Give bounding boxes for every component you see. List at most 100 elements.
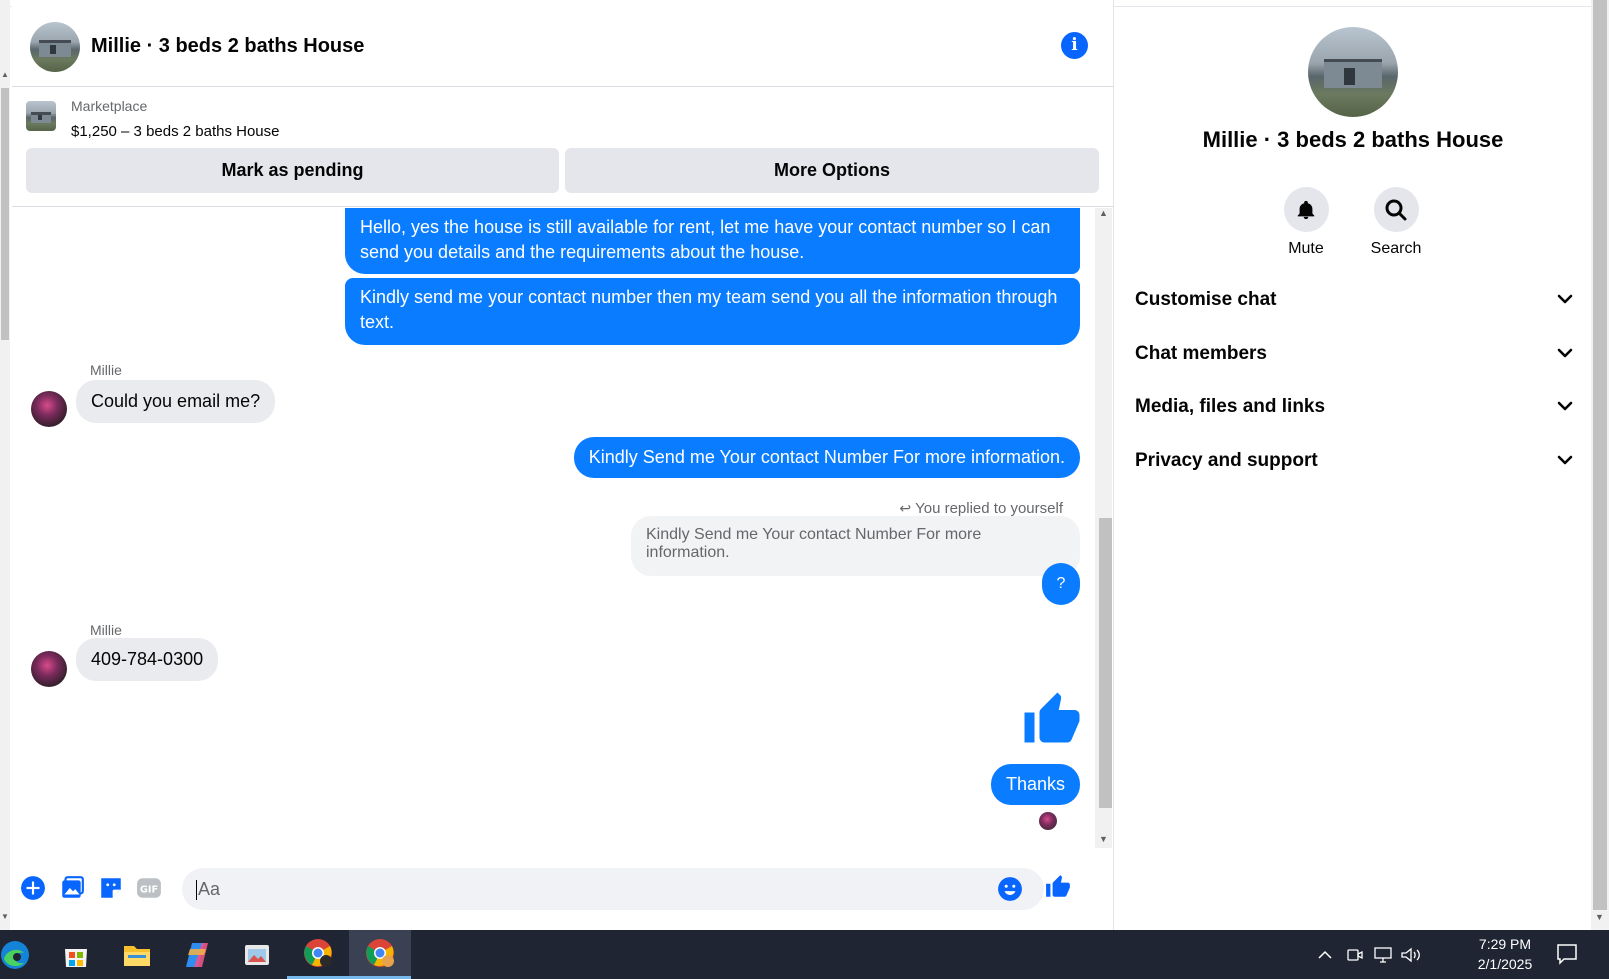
scrollbar-thumb[interactable] (1, 88, 9, 340)
sticker-icon[interactable] (98, 875, 124, 901)
message-scrollbar[interactable]: ▲ ▼ (1095, 208, 1112, 848)
scroll-up-arrow-icon[interactable]: ▲ (1099, 208, 1108, 218)
chevron-down-icon[interactable] (1555, 280, 1575, 320)
section-label: Customise chat (1135, 289, 1277, 310)
windows-store-icon[interactable] (45, 930, 107, 979)
scroll-up-arrow-icon[interactable]: ▲ (1, 70, 9, 79)
like-icon[interactable] (1045, 874, 1071, 900)
chat-members-section[interactable]: Chat members (1135, 334, 1575, 374)
bell-icon (1297, 200, 1315, 219)
section-label: Media, files and links (1135, 396, 1326, 417)
more-options-button[interactable]: More Options (565, 148, 1099, 193)
mute-label: Mute (1288, 240, 1324, 257)
chat-header: Millie · 3 beds 2 baths House i (12, 7, 1114, 87)
chevron-down-icon[interactable] (1555, 334, 1575, 374)
outgoing-message[interactable]: ? (1042, 563, 1080, 605)
chevron-down-icon[interactable] (1555, 441, 1575, 481)
thumbs-up-icon[interactable] (1022, 690, 1082, 750)
emoji-icon[interactable] (997, 876, 1023, 902)
edge-logo (1, 940, 29, 969)
outgoing-message[interactable]: Thanks (990, 764, 1080, 805)
incoming-message[interactable]: Could you email me? (76, 380, 276, 423)
scrollbar-thumb[interactable] (1099, 518, 1112, 808)
clock-date: 2/1/2025 (1477, 956, 1533, 972)
chrome-logo (366, 939, 394, 967)
outgoing-message[interactable]: Hello, yes the house is still available … (345, 208, 1080, 274)
plus-circle-icon[interactable] (20, 875, 46, 901)
chevron-down-icon[interactable] (1555, 387, 1575, 427)
message-input[interactable]: Aa (182, 868, 1044, 910)
scroll-down-arrow-icon[interactable]: ▼ (1595, 912, 1604, 922)
left-scrollbar[interactable]: ▲ ▼ (0, 0, 10, 930)
svg-text:GIF: GIF (140, 884, 158, 895)
marketplace-bar: Marketplace $1,250 – 3 beds 2 baths Hous… (12, 87, 1114, 207)
outgoing-message[interactable]: Kindly send me your contact number then … (345, 278, 1080, 345)
section-label: Privacy and support (1135, 450, 1318, 471)
copilot-icon[interactable] (166, 930, 228, 979)
notification-center-icon[interactable] (1555, 942, 1579, 966)
message-list[interactable]: Hello, yes the house is still available … (12, 208, 1114, 848)
section-label: Chat members (1135, 343, 1267, 364)
incoming-message[interactable]: 409-784-0300 (76, 638, 219, 681)
speaker-icon (1401, 947, 1420, 962)
text-caret (196, 880, 197, 901)
scroll-down-arrow-icon[interactable]: ▼ (1, 912, 9, 921)
media-files-links-section[interactable]: Media, files and links (1135, 387, 1575, 427)
marketplace-label: Marketplace (71, 98, 148, 114)
chat-title[interactable]: Millie · 3 beds 2 baths House (91, 35, 364, 58)
composer: GIF Aa (12, 860, 1114, 920)
copilot-logo (186, 942, 208, 967)
outgoing-message[interactable]: Kindly Send me Your contact Number For m… (573, 437, 1080, 478)
taskbar: 7:29 PM 2/1/2025 (0, 930, 1609, 979)
window-scrollbar[interactable]: ▼ (1591, 0, 1609, 930)
sender-name: Millie (90, 362, 122, 378)
profile-title: Millie · 3 beds 2 baths House (1202, 127, 1504, 152)
seen-avatar (1039, 812, 1057, 830)
scroll-down-arrow-icon[interactable]: ▼ (1099, 834, 1108, 844)
listing-price[interactable]: $1,250 – 3 beds 2 baths House (71, 123, 280, 140)
photos-app-icon[interactable] (226, 930, 288, 979)
avatar[interactable] (31, 651, 67, 687)
gif-icon[interactable]: GIF (136, 875, 162, 901)
privacy-support-section[interactable]: Privacy and support (1135, 441, 1575, 481)
message-input-placeholder: Aa (198, 879, 221, 899)
customise-chat-section[interactable]: Customise chat (1135, 280, 1575, 320)
chevron-up-icon (1318, 950, 1332, 959)
chrome-icon[interactable] (287, 930, 349, 979)
quoted-message[interactable]: Kindly Send me Your contact Number For m… (631, 516, 1080, 576)
monitor-network-icon (1374, 946, 1392, 963)
info-icon[interactable]: i (1061, 32, 1088, 59)
mute-button[interactable]: Mute (1261, 187, 1351, 258)
screen: ▲ ▼ Millie · 3 beds 2 baths House i Mark… (0, 0, 1609, 979)
search-icon (1385, 199, 1407, 220)
folder-logo (124, 945, 150, 966)
reply-arrow-icon: ↩ (899, 500, 912, 516)
search-button[interactable]: Search (1351, 187, 1441, 258)
edge-icon[interactable] (0, 930, 46, 979)
listing-avatar[interactable] (30, 22, 80, 72)
clock-time: 7:29 PM (1478, 936, 1532, 952)
search-button-circle[interactable] (1373, 187, 1419, 232)
photos-logo (245, 944, 269, 965)
network-icon[interactable] (1372, 930, 1394, 979)
conversation-info-panel: Millie · 3 beds 2 baths House Mute Searc… (1115, 7, 1591, 930)
avatar[interactable] (31, 391, 67, 427)
volume-icon[interactable] (1400, 930, 1422, 979)
sender-name: Millie (90, 622, 122, 638)
chrome-profile-icon[interactable] (349, 930, 411, 979)
store-logo (65, 948, 87, 967)
mark-as-pending-button[interactable]: Mark as pending (26, 148, 559, 193)
file-explorer-icon[interactable] (106, 930, 168, 979)
listing-thumbnail[interactable] (26, 101, 56, 131)
photo-icon[interactable] (59, 875, 85, 901)
meet-now-icon[interactable] (1346, 930, 1364, 979)
show-hidden-icons-icon[interactable] (1316, 930, 1334, 979)
reply-indicator: ↩ You replied to yourself (899, 500, 1063, 517)
mute-button-circle[interactable] (1283, 187, 1329, 232)
reply-indicator-label: You replied to yourself (915, 500, 1063, 517)
chat-panel: Millie · 3 beds 2 baths House i Marketpl… (12, 0, 1114, 930)
system-clock[interactable]: 7:29 PM 2/1/2025 (1465, 934, 1545, 974)
profile-avatar[interactable] (1308, 27, 1398, 117)
scrollbar-thumb[interactable] (1593, 0, 1607, 910)
search-label: Search (1370, 240, 1422, 257)
